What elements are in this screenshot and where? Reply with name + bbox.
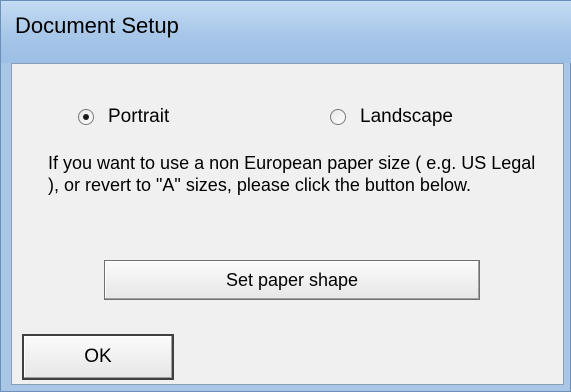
set-paper-shape-button[interactable]: Set paper shape	[104, 260, 480, 300]
window-title: Document Setup	[15, 13, 179, 38]
document-setup-dialog: Document Setup Portrait Landscape If you…	[0, 0, 571, 392]
paper-size-info-text: If you want to use a non European paper …	[48, 153, 536, 195]
radio-checked-icon[interactable]	[78, 109, 94, 125]
portrait-label[interactable]: Portrait	[108, 106, 169, 128]
ok-button[interactable]: OK	[22, 334, 174, 380]
portrait-radio[interactable]: Portrait	[78, 106, 169, 128]
landscape-radio[interactable]: Landscape	[330, 106, 453, 128]
title-bar[interactable]: Document Setup	[1, 1, 571, 63]
landscape-label[interactable]: Landscape	[360, 106, 453, 128]
dialog-body: Portrait Landscape If you want to use a …	[11, 63, 564, 385]
radio-unchecked-icon[interactable]	[330, 109, 346, 125]
